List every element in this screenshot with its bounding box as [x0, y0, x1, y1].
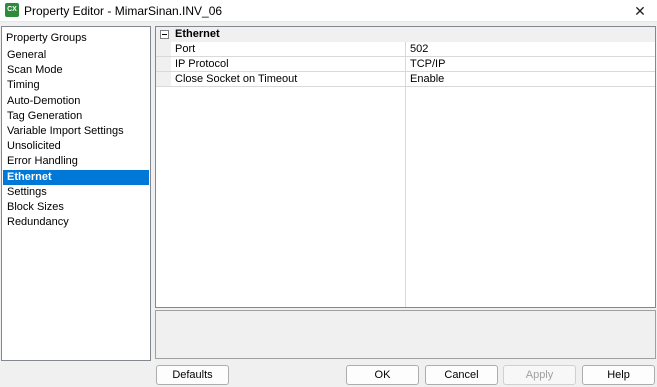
property-value[interactable]: Enable	[410, 73, 444, 86]
close-button[interactable]: ✕	[623, 0, 657, 22]
group-item-tag-generation[interactable]: Tag Generation	[3, 109, 149, 124]
property-name: IP Protocol	[175, 58, 229, 70]
property-grid: Ethernet Port 502 IP Protocol TCP/IP Clo…	[155, 26, 656, 308]
group-item-scan-mode[interactable]: Scan Mode	[3, 63, 149, 78]
apply-button[interactable]: Apply	[503, 365, 576, 385]
title-bar: CX Property Editor - MimarSinan.INV_06 ✕	[0, 0, 657, 22]
group-item-ethernet[interactable]: Ethernet	[3, 169, 149, 185]
property-name: Port	[175, 43, 196, 55]
column-divider[interactable]	[405, 42, 406, 307]
property-groups-list: General Scan Mode Timing Auto-Demotion T…	[3, 48, 149, 230]
group-item-auto-demotion[interactable]: Auto-Demotion	[3, 94, 149, 109]
group-item-block-sizes[interactable]: Block Sizes	[3, 200, 149, 215]
cancel-button[interactable]: Cancel	[425, 365, 498, 385]
collapse-icon[interactable]	[160, 30, 169, 39]
window-title: Property Editor - MimarSinan.INV_06	[24, 4, 223, 18]
description-panel	[155, 310, 656, 359]
group-item-error-handling[interactable]: Error Handling	[3, 154, 149, 169]
property-groups-panel: Property Groups General Scan Mode Timing…	[1, 26, 151, 361]
group-item-timing[interactable]: Timing	[3, 78, 149, 93]
group-item-settings[interactable]: Settings	[3, 185, 149, 200]
group-item-variable-import-settings[interactable]: Variable Import Settings	[3, 124, 149, 139]
group-item-unsolicited[interactable]: Unsolicited	[3, 139, 149, 154]
group-item-general[interactable]: General	[3, 48, 149, 63]
ok-button[interactable]: OK	[346, 365, 419, 385]
category-label: Ethernet	[175, 28, 220, 40]
category-row-ethernet[interactable]: Ethernet	[156, 27, 655, 42]
defaults-button[interactable]: Defaults	[156, 365, 229, 385]
help-button[interactable]: Help	[582, 365, 655, 385]
property-groups-header: Property Groups	[6, 32, 87, 44]
group-item-redundancy[interactable]: Redundancy	[3, 215, 149, 230]
app-icon: CX	[5, 3, 19, 17]
property-value[interactable]: TCP/IP	[410, 58, 445, 71]
close-icon: ✕	[634, 2, 646, 19]
property-value[interactable]: 502	[410, 43, 428, 56]
property-name: Close Socket on Timeout	[175, 73, 298, 85]
